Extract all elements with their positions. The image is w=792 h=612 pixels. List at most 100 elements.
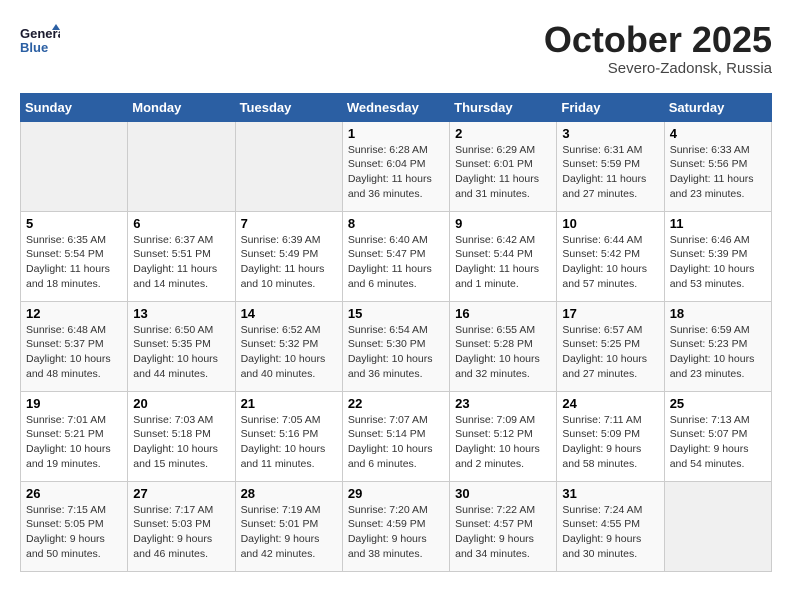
calendar-cell: 22 Sunrise: 7:07 AM Sunset: 5:14 PM Dayli… — [342, 391, 449, 481]
calendar-cell: 23Sunrise: 7:09 AM Sunset: 5:12 PM Dayli… — [450, 391, 557, 481]
day-number: 29 — [348, 486, 444, 501]
day-info: Sunrise: 7:22 AM Sunset: 4:57 PM Dayligh… — [455, 503, 551, 562]
calendar-cell: 20 Sunrise: 7:03 AM Sunset: 5:18 PM Dayli… — [128, 391, 235, 481]
day-info: Sunrise: 7:05 AM Sunset: 5:16 PM Dayligh… — [241, 413, 337, 472]
location: Severo-Zadonsk, Russia — [544, 60, 772, 77]
day-info: Sunrise: 7:20 AM Sunset: 4:59 PM Dayligh… — [348, 503, 444, 562]
calendar-cell: 31 Sunrise: 7:24 AM Sunset: 4:55 PM Dayli… — [557, 481, 664, 571]
day-number: 3 — [562, 126, 658, 141]
day-info: Sunrise: 6:46 AM Sunset: 5:39 PM Dayligh… — [670, 233, 766, 292]
calendar-cell — [21, 121, 128, 211]
day-number: 19 — [26, 396, 122, 411]
day-number: 20 — [133, 396, 229, 411]
day-info: Sunrise: 6:35 AM Sunset: 5:54 PM Dayligh… — [26, 233, 122, 292]
week-row-3: 12 Sunrise: 6:48 AM Sunset: 5:37 PM Dayli… — [21, 301, 772, 391]
day-info: Sunrise: 7:07 AM Sunset: 5:14 PM Dayligh… — [348, 413, 444, 472]
day-info: Sunrise: 7:01 AM Sunset: 5:21 PM Dayligh… — [26, 413, 122, 472]
day-number: 21 — [241, 396, 337, 411]
day-number: 30 — [455, 486, 551, 501]
day-info: Sunrise: 7:11 AM Sunset: 5:09 PM Dayligh… — [562, 413, 658, 472]
day-number: 15 — [348, 306, 444, 321]
day-info: Sunrise: 7:17 AM Sunset: 5:03 PM Dayligh… — [133, 503, 229, 562]
calendar-cell: 28Sunrise: 7:19 AM Sunset: 5:01 PM Dayli… — [235, 481, 342, 571]
day-info: Sunrise: 6:48 AM Sunset: 5:37 PM Dayligh… — [26, 323, 122, 382]
day-number: 8 — [348, 216, 444, 231]
calendar-table: SundayMondayTuesdayWednesdayThursdayFrid… — [20, 93, 772, 572]
day-number: 2 — [455, 126, 551, 141]
day-number: 16 — [455, 306, 551, 321]
calendar-cell: 30 Sunrise: 7:22 AM Sunset: 4:57 PM Dayli… — [450, 481, 557, 571]
calendar-cell: 19 Sunrise: 7:01 AM Sunset: 5:21 PM Dayli… — [21, 391, 128, 481]
day-info: Sunrise: 6:33 AM Sunset: 5:56 PM Dayligh… — [670, 143, 766, 202]
day-number: 25 — [670, 396, 766, 411]
day-number: 6 — [133, 216, 229, 231]
day-number: 11 — [670, 216, 766, 231]
day-number: 7 — [241, 216, 337, 231]
day-number: 13 — [133, 306, 229, 321]
day-info: Sunrise: 6:50 AM Sunset: 5:35 PM Dayligh… — [133, 323, 229, 382]
day-number: 18 — [670, 306, 766, 321]
calendar-cell: 15 Sunrise: 6:54 AM Sunset: 5:30 PM Dayli… — [342, 301, 449, 391]
day-info: Sunrise: 6:40 AM Sunset: 5:47 PM Dayligh… — [348, 233, 444, 292]
day-number: 4 — [670, 126, 766, 141]
calendar-cell: 1Sunrise: 6:28 AM Sunset: 6:04 PM Daylig… — [342, 121, 449, 211]
calendar-cell: 9Sunrise: 6:42 AM Sunset: 5:44 PM Daylig… — [450, 211, 557, 301]
weekday-header-sunday: Sunday — [21, 93, 128, 121]
day-number: 31 — [562, 486, 658, 501]
weekday-header-row: SundayMondayTuesdayWednesdayThursdayFrid… — [21, 93, 772, 121]
calendar-cell — [128, 121, 235, 211]
page-header: General Blue October 2025 Severo-Zadonsk… — [20, 20, 772, 77]
calendar-cell: 6Sunrise: 6:37 AM Sunset: 5:51 PM Daylig… — [128, 211, 235, 301]
day-info: Sunrise: 7:19 AM Sunset: 5:01 PM Dayligh… — [241, 503, 337, 562]
calendar-cell: 10Sunrise: 6:44 AM Sunset: 5:42 PM Dayli… — [557, 211, 664, 301]
day-info: Sunrise: 7:15 AM Sunset: 5:05 PM Dayligh… — [26, 503, 122, 562]
day-info: Sunrise: 6:31 AM Sunset: 5:59 PM Dayligh… — [562, 143, 658, 202]
calendar-cell: 13 Sunrise: 6:50 AM Sunset: 5:35 PM Dayli… — [128, 301, 235, 391]
day-info: Sunrise: 6:57 AM Sunset: 5:25 PM Dayligh… — [562, 323, 658, 382]
calendar-cell: 29 Sunrise: 7:20 AM Sunset: 4:59 PM Dayli… — [342, 481, 449, 571]
weekday-header-wednesday: Wednesday — [342, 93, 449, 121]
calendar-cell: 14 Sunrise: 6:52 AM Sunset: 5:32 PM Dayli… — [235, 301, 342, 391]
calendar-cell: 24 Sunrise: 7:11 AM Sunset: 5:09 PM Dayli… — [557, 391, 664, 481]
calendar-cell: 2 Sunrise: 6:29 AM Sunset: 6:01 PM Daylig… — [450, 121, 557, 211]
day-number: 5 — [26, 216, 122, 231]
day-info: Sunrise: 7:09 AM Sunset: 5:12 PM Dayligh… — [455, 413, 551, 472]
day-number: 17 — [562, 306, 658, 321]
week-row-2: 5 Sunrise: 6:35 AM Sunset: 5:54 PM Daylig… — [21, 211, 772, 301]
calendar-cell: 27 Sunrise: 7:17 AM Sunset: 5:03 PM Dayli… — [128, 481, 235, 571]
day-info: Sunrise: 7:24 AM Sunset: 4:55 PM Dayligh… — [562, 503, 658, 562]
day-info: Sunrise: 6:39 AM Sunset: 5:49 PM Dayligh… — [241, 233, 337, 292]
weekday-header-thursday: Thursday — [450, 93, 557, 121]
calendar-cell: 18Sunrise: 6:59 AM Sunset: 5:23 PM Dayli… — [664, 301, 771, 391]
day-info: Sunrise: 7:03 AM Sunset: 5:18 PM Dayligh… — [133, 413, 229, 472]
logo-icon: General Blue — [20, 20, 60, 60]
weekday-header-monday: Monday — [128, 93, 235, 121]
day-number: 14 — [241, 306, 337, 321]
day-number: 27 — [133, 486, 229, 501]
calendar-cell — [235, 121, 342, 211]
calendar-cell: 4 Sunrise: 6:33 AM Sunset: 5:56 PM Daylig… — [664, 121, 771, 211]
weekday-header-friday: Friday — [557, 93, 664, 121]
day-number: 24 — [562, 396, 658, 411]
day-info: Sunrise: 6:44 AM Sunset: 5:42 PM Dayligh… — [562, 233, 658, 292]
month-title: October 2025 — [544, 20, 772, 60]
logo: General Blue — [20, 20, 66, 60]
calendar-cell: 8 Sunrise: 6:40 AM Sunset: 5:47 PM Daylig… — [342, 211, 449, 301]
calendar-cell — [664, 481, 771, 571]
calendar-cell: 7 Sunrise: 6:39 AM Sunset: 5:49 PM Daylig… — [235, 211, 342, 301]
calendar-cell: 16Sunrise: 6:55 AM Sunset: 5:28 PM Dayli… — [450, 301, 557, 391]
day-info: Sunrise: 6:52 AM Sunset: 5:32 PM Dayligh… — [241, 323, 337, 382]
calendar-cell: 3 Sunrise: 6:31 AM Sunset: 5:59 PM Daylig… — [557, 121, 664, 211]
day-number: 9 — [455, 216, 551, 231]
svg-text:Blue: Blue — [20, 40, 48, 55]
day-info: Sunrise: 6:54 AM Sunset: 5:30 PM Dayligh… — [348, 323, 444, 382]
week-row-5: 26Sunrise: 7:15 AM Sunset: 5:05 PM Dayli… — [21, 481, 772, 571]
day-info: Sunrise: 6:29 AM Sunset: 6:01 PM Dayligh… — [455, 143, 551, 202]
day-number: 12 — [26, 306, 122, 321]
calendar-cell: 25Sunrise: 7:13 AM Sunset: 5:07 PM Dayli… — [664, 391, 771, 481]
calendar-cell: 17 Sunrise: 6:57 AM Sunset: 5:25 PM Dayli… — [557, 301, 664, 391]
calendar-cell: 5 Sunrise: 6:35 AM Sunset: 5:54 PM Daylig… — [21, 211, 128, 301]
day-number: 22 — [348, 396, 444, 411]
calendar-cell: 11 Sunrise: 6:46 AM Sunset: 5:39 PM Dayli… — [664, 211, 771, 301]
day-number: 1 — [348, 126, 444, 141]
